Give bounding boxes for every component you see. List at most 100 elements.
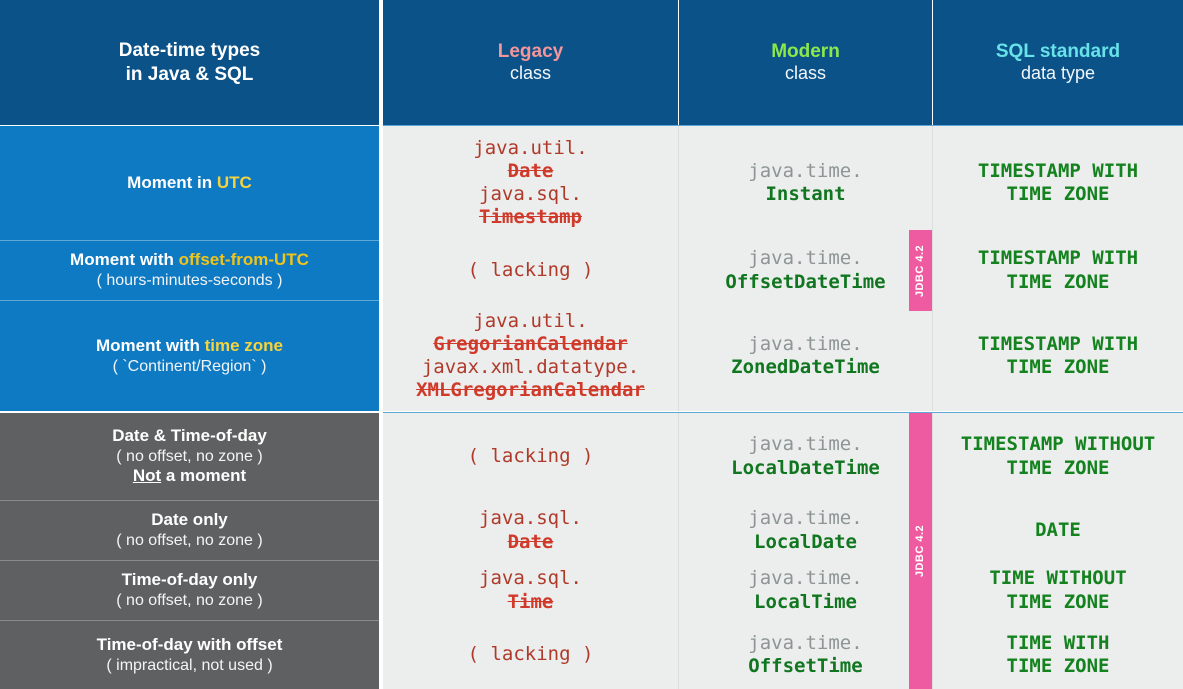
modern-cell-moment-utc: java.time. Instant bbox=[679, 126, 932, 240]
sql-cell-time-only: TIME WITHOUT TIME ZONE bbox=[933, 561, 1183, 620]
header-legacy-word: Legacy bbox=[497, 40, 564, 62]
row-label-sub: ( no offset, no zone ) bbox=[116, 447, 263, 465]
legacy-entry: java.sql. Timestamp bbox=[479, 183, 582, 229]
legacy-entry: javax.xml.datatype. XMLGregorianCalendar bbox=[416, 356, 645, 402]
legacy-package: javax.xml.datatype. bbox=[421, 356, 640, 378]
jdbc-badge-upper: JDBC 4.2 bbox=[909, 230, 932, 311]
row-label-text: Moment with offset-from-UTC bbox=[70, 250, 309, 271]
jdbc-badge-label: JDBC 4.2 bbox=[914, 244, 927, 297]
legacy-class: Timestamp bbox=[479, 206, 582, 229]
jdbc-badge-label: JDBC 4.2 bbox=[914, 524, 927, 578]
row-label-moment-zone: Moment with time zone ( `Continent/Regio… bbox=[0, 301, 379, 411]
row-label-sub: ( `Continent/Region` ) bbox=[112, 357, 267, 375]
sql-cell-date-only: DATE bbox=[933, 501, 1183, 560]
sql-type-line: TIMESTAMP WITHOUT bbox=[960, 433, 1156, 456]
legacy-cell-date-time-of-day: ( lacking ) bbox=[383, 413, 678, 500]
sql-type-line: TIMESTAMP WITH bbox=[977, 159, 1139, 182]
sql-cell-time-with-offset: TIME WITH TIME ZONE bbox=[933, 621, 1183, 689]
legacy-entry: java.util. Date bbox=[473, 137, 587, 183]
header-title-line1: Date-time types bbox=[118, 40, 261, 62]
modern-package: java.time. bbox=[748, 631, 863, 654]
modern-entry: java.time. OffsetTime bbox=[748, 632, 862, 678]
modern-package: java.time. bbox=[748, 507, 863, 530]
row-label-main: Date & Time-of-day bbox=[112, 426, 267, 445]
sql-type-line: TIME ZONE bbox=[1006, 356, 1110, 378]
sql-type-line: TIME ZONE bbox=[1006, 456, 1110, 479]
row-label-main: Date only bbox=[151, 510, 228, 530]
sql-type-line: TIME ZONE bbox=[1006, 655, 1110, 677]
legacy-entry: java.sql. Time bbox=[479, 567, 582, 613]
sql-type-line: TIME WITHOUT bbox=[989, 567, 1127, 590]
row-label-highlight: time zone bbox=[204, 335, 283, 355]
legacy-entry: java.util. GregorianCalendar bbox=[433, 310, 627, 356]
header-cell-legacy: Legacy class bbox=[383, 0, 678, 125]
row-label-date-time-of-day: Date & Time-of-day ( no offset, no zone … bbox=[0, 413, 379, 500]
header-cell-modern: Modern class bbox=[679, 0, 932, 125]
sql-type-line: DATE bbox=[1035, 518, 1081, 541]
modern-class: Instant bbox=[765, 183, 846, 205]
sql-type-line: TIME ZONE bbox=[1006, 270, 1110, 293]
jdbc-badge-lower: JDBC 4.2 bbox=[909, 413, 932, 689]
row-label-moment-utc: Moment in UTC bbox=[0, 126, 379, 240]
row-label-sub: ( no offset, no zone ) bbox=[116, 592, 263, 610]
modern-package: java.time. bbox=[748, 247, 863, 270]
header-sql-word: SQL standard bbox=[995, 40, 1121, 62]
row-divider bbox=[0, 500, 379, 501]
modern-class: LocalTime bbox=[754, 590, 857, 613]
legacy-package: java.util. bbox=[473, 136, 588, 159]
modern-entry: java.time. Instant bbox=[748, 160, 862, 206]
modern-cell-time-with-offset: java.time. OffsetTime bbox=[679, 621, 932, 689]
modern-class: LocalDate bbox=[754, 530, 857, 553]
modern-class: ZonedDateTime bbox=[731, 356, 880, 378]
row-label-main: Time-of-day only bbox=[121, 570, 258, 590]
modern-package: java.time. bbox=[748, 332, 863, 355]
legacy-class: XMLGregorianCalendar bbox=[416, 379, 645, 402]
legacy-lacking: ( lacking ) bbox=[467, 444, 594, 467]
row-label-main: Time-of-day with offset bbox=[96, 634, 283, 654]
row-divider bbox=[0, 620, 379, 621]
sql-cell-moment-utc: TIMESTAMP WITH TIME ZONE bbox=[933, 126, 1183, 240]
row-label-extra: Not a moment bbox=[133, 466, 246, 487]
header-cell-title: Date-time types in Java & SQL bbox=[0, 0, 379, 125]
modern-package: java.time. bbox=[748, 433, 863, 456]
sql-type-line: TIME ZONE bbox=[1006, 183, 1110, 205]
modern-cell-date-only: java.time. LocalDate bbox=[679, 501, 932, 560]
row-label-sub: ( impractical, not used ) bbox=[106, 656, 273, 674]
legacy-package: java.sql. bbox=[479, 183, 582, 205]
legacy-cell-time-only: java.sql. Time bbox=[383, 561, 678, 620]
legacy-package: java.sql. bbox=[479, 507, 582, 530]
header-legacy-sub: class bbox=[509, 63, 551, 84]
row-label-highlight: offset-from-UTC bbox=[178, 250, 309, 270]
modern-class: OffsetTime bbox=[748, 655, 863, 677]
row-label-date-only: Date only ( no offset, no zone ) bbox=[0, 501, 379, 560]
legacy-class: Date bbox=[507, 530, 554, 553]
legacy-entry: java.sql. Date bbox=[479, 507, 582, 553]
row-label-text: Moment in UTC bbox=[127, 173, 252, 194]
row-divider bbox=[0, 560, 379, 561]
legacy-package: java.sql. bbox=[479, 567, 582, 590]
row-label-extra-underline: Not bbox=[132, 466, 162, 486]
row-divider bbox=[0, 240, 379, 241]
header-modern-sub: class bbox=[784, 63, 826, 84]
modern-cell-time-only: java.time. LocalTime bbox=[679, 561, 932, 620]
modern-cell-moment-offset: java.time. OffsetDateTime bbox=[679, 241, 932, 300]
sql-type-line: TIME ZONE bbox=[1006, 590, 1110, 613]
legacy-cell-moment-offset: ( lacking ) bbox=[383, 241, 678, 300]
modern-package: java.time. bbox=[748, 159, 863, 182]
row-label-time-with-offset: Time-of-day with offset ( impractical, n… bbox=[0, 621, 379, 689]
sql-type-line: TIME WITH bbox=[1006, 631, 1110, 654]
sql-cell-moment-offset: TIMESTAMP WITH TIME ZONE bbox=[933, 241, 1183, 300]
modern-entry: java.time. OffsetDateTime bbox=[725, 247, 885, 293]
row-label-text: Moment with time zone bbox=[96, 336, 283, 357]
legacy-cell-time-with-offset: ( lacking ) bbox=[383, 621, 678, 689]
modern-cell-date-time-of-day: java.time. LocalDateTime bbox=[679, 413, 932, 500]
legacy-class: Time bbox=[507, 590, 554, 613]
legacy-cell-moment-zone: java.util. GregorianCalendar javax.xml.d… bbox=[383, 301, 678, 411]
row-label-sub: ( no offset, no zone ) bbox=[116, 532, 263, 550]
modern-class: OffsetDateTime bbox=[725, 270, 886, 293]
header-title-line2: in Java & SQL bbox=[125, 63, 254, 85]
row-label-sub: ( hours-minutes-seconds ) bbox=[96, 272, 283, 290]
row-label-time-only: Time-of-day only ( no offset, no zone ) bbox=[0, 561, 379, 620]
header-sql-sub: data type bbox=[1020, 63, 1096, 84]
legacy-cell-moment-utc: java.util. Date java.sql. Timestamp bbox=[383, 126, 678, 240]
